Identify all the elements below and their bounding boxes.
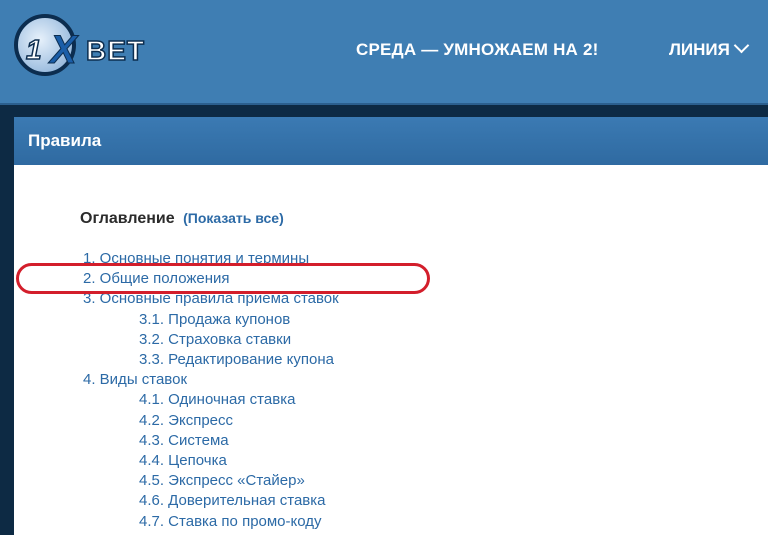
nav-line-label: ЛИНИЯ xyxy=(669,40,730,59)
rules-panel-body: Оглавление (Показать все) xyxy=(14,165,768,535)
nav-promo-link[interactable]: СРЕДА — УМНОЖАЕМ НА 2! xyxy=(356,40,598,60)
toc-link-item[interactable]: 3.1. Продажа купонов xyxy=(139,311,290,328)
brand-logo[interactable]: 1 X BET xyxy=(10,14,160,84)
toc-link-item[interactable]: 4.7. Ставка по промо-коду xyxy=(139,513,322,530)
nav-line-menu[interactable]: ЛИНИЯ xyxy=(669,37,750,60)
toc-heading: Оглавление (Показать все) xyxy=(80,210,284,228)
toc-link-item[interactable]: 3.2. Страховка ставки xyxy=(139,331,291,348)
toc-link-item[interactable]: 4.6. Доверительная ставка xyxy=(139,492,326,509)
chevron-down-icon xyxy=(733,37,750,54)
top-navigation-bar: 1 X BET СРЕДА — УМНОЖАЕМ НА 2! ЛИНИЯ xyxy=(0,0,768,105)
toc-link-item[interactable]: 3.3. Редактирование купона xyxy=(139,351,334,368)
toc-link-item[interactable]: 4.3. Система xyxy=(139,432,229,449)
toc-link-item[interactable]: 4.4. Цепочка xyxy=(139,452,227,469)
toc-heading-label: Оглавление xyxy=(80,210,175,227)
toc-link-item[interactable]: 4.1. Одиночная ставка xyxy=(139,391,295,408)
panel-title: Правила xyxy=(28,131,102,150)
logo-bet: BET xyxy=(85,35,145,67)
logo-one: 1 xyxy=(25,33,42,66)
toc-link-item[interactable]: 4. Виды ставок xyxy=(83,371,187,388)
toc-link-item[interactable]: 4.2. Экспресс xyxy=(139,412,233,429)
toc-link-item[interactable]: 4.5. Экспресс «Стайер» xyxy=(139,472,305,489)
rules-panel-header: Правила xyxy=(14,117,768,165)
highlight-annotation xyxy=(16,263,430,294)
logo-x: X xyxy=(50,28,78,72)
show-all-link[interactable]: (Показать все) xyxy=(183,210,284,226)
